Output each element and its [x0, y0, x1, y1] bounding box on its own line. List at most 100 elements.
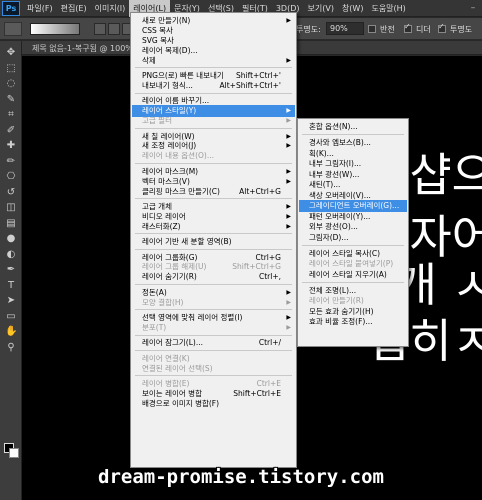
layer-style-item-label: 패턴 오버레이(Y)... — [309, 211, 371, 221]
layer-menu-item-label: 비디오 레이어 — [142, 211, 186, 221]
gradient-tool-preset-icon[interactable] — [4, 22, 22, 36]
layer-menu-item-label: SVG 복사 — [142, 35, 174, 45]
layer-menu-item[interactable]: 배경으로 이미지 병합(F) — [132, 398, 295, 410]
tools-panel: ✥ ⬚ ◌ ✎ ⌗ ✐ ✚ ✏ ⎔ ↺ ◫ ▤ ● ◐ ✒ T ➤ ▭ ✋ ⚲ — [0, 41, 22, 500]
background-color-swatch[interactable] — [9, 448, 19, 458]
layer-style-item-label: 레이어 스타일 지우기(A) — [309, 269, 387, 279]
layer-style-item[interactable]: 레이어 스타일 지우기(A) — [299, 269, 407, 281]
menu-separator — [135, 198, 292, 200]
submenu-arrow-icon: ▶ — [286, 222, 291, 230]
layer-menu-item-label: 새 조정 레이어(J) — [142, 141, 197, 151]
gradient-picker[interactable] — [30, 23, 80, 35]
path-select-icon[interactable]: ➤ — [5, 295, 17, 307]
canvas-text-line-2: 자어 — [409, 210, 482, 264]
layer-style-item-label: 새틴(T)... — [309, 180, 341, 189]
layer-menu-item[interactable]: 클리핑 마스크 만들기(C) Alt+Ctrl+G — [132, 186, 295, 198]
layer-style-item[interactable]: 혼합 옵션(N)... — [299, 121, 407, 133]
menu-separator — [135, 233, 292, 235]
layer-menu-item: 연결된 레이어 선택(S) — [132, 363, 295, 375]
menu-2[interactable]: 이미지(I) — [91, 0, 130, 17]
linear-gradient-button[interactable] — [94, 23, 106, 35]
reverse-checkbox[interactable] — [368, 25, 376, 33]
marquee-icon[interactable]: ⬚ — [5, 63, 17, 75]
menu-separator — [135, 248, 292, 250]
layer-menu-item[interactable]: 레이어 기반 새 분할 영역(B) — [132, 236, 295, 248]
layer-menu-item-label: 레이어 병합(E) — [142, 379, 190, 388]
layer-menu-item[interactable]: 삭제 ▶ — [132, 55, 295, 67]
layer-menu-item[interactable]: 래스터화(Z) ▶ — [132, 221, 295, 233]
brush-icon[interactable]: ✏ — [5, 156, 17, 168]
dodge-icon[interactable]: ◐ — [5, 249, 17, 261]
menu-separator — [135, 67, 292, 69]
layer-menu-item-label: 래스터화(Z) — [142, 221, 181, 231]
layer-style-item-label: 전체 조명(L)... — [309, 285, 357, 295]
shortcut-label: Ctrl+/ — [258, 338, 281, 348]
quick-select-icon[interactable]: ✎ — [5, 94, 17, 106]
stamp-icon[interactable]: ⎔ — [5, 171, 17, 183]
layer-menu-item-label: 레이어 잠그기(L)... — [142, 338, 203, 348]
shape-icon[interactable]: ▭ — [5, 311, 17, 323]
layer-style-item-label: 레이어 만들기(R) — [309, 296, 364, 305]
layer-menu-item-label: 레이어 마스크(M) — [142, 166, 199, 176]
layer-style-item[interactable]: 효과 비율 조정(F)... — [299, 316, 407, 328]
document-tab[interactable]: 제목 없음-1-복구됨 @ 100% — [32, 43, 133, 54]
menu-separator — [135, 283, 292, 285]
shortcut-label: Alt+Shift+Ctrl+' — [219, 80, 281, 90]
menu-0[interactable]: 파일(F) — [23, 0, 57, 17]
layer-menu-item-label: 고급 필터 — [142, 116, 172, 126]
layer-menu-item-label: 내보내기 형식... — [142, 80, 193, 90]
opacity-input[interactable]: 90% — [326, 22, 364, 35]
layer-style-submenu: 혼합 옵션(N)... 경사와 엠보스(B)... 획(K)... 내부 그림자(I)… — [297, 118, 409, 347]
type-icon[interactable]: T — [5, 280, 17, 292]
pen-icon[interactable]: ✒ — [5, 264, 17, 276]
layer-style-item[interactable]: 그림자(D)... — [299, 232, 407, 244]
gradient-icon[interactable]: ▤ — [5, 218, 17, 230]
layer-style-item-label: 효과 비율 조정(F)... — [309, 317, 373, 326]
dither-checkbox[interactable] — [404, 22, 412, 33]
layer-menu-item-label: 선택 영역에 맞춰 레이어 정렬(I) — [142, 313, 243, 322]
layer-menu-item-label: 레이어 이름 바꾸기... — [142, 96, 210, 106]
minimize-icon[interactable]: – — [466, 2, 480, 14]
radial-gradient-button[interactable] — [108, 23, 120, 35]
healing-icon[interactable]: ✚ — [5, 140, 17, 152]
layer-menu-dropdown: 새로 만들기(N) ▶ CSS 복사 SVG 복사 레이어 복제(D)... 삭제 ▶ PNG… — [130, 12, 297, 468]
layer-menu-item-label: 삭제 — [142, 55, 156, 65]
eyedropper-icon[interactable]: ✐ — [5, 125, 17, 137]
crop-icon[interactable]: ⌗ — [5, 109, 17, 121]
layer-menu-item: 모양 결합(H) ▶ — [132, 297, 295, 309]
dither-label: 디더 — [416, 25, 431, 34]
layer-menu-item-label: 레이어 스타일(Y) — [142, 106, 197, 116]
menu-separator — [302, 134, 404, 136]
layer-menu-item: 고급 필터 ▶ — [132, 115, 295, 127]
lasso-icon[interactable]: ◌ — [5, 78, 17, 90]
layer-style-item-label: 내부 그림자(I)... — [309, 159, 362, 168]
move-icon[interactable]: ✥ — [5, 47, 17, 59]
layer-menu-item-label: 레이어 그룹 해제(U) — [142, 262, 207, 272]
layer-style-item-label: 그레이디언트 오버레이(G)... — [309, 201, 400, 210]
layer-menu-item[interactable]: 내보내기 형식... Alt+Shift+Ctrl+' — [132, 80, 295, 92]
menu-1[interactable]: 편집(E) — [57, 0, 91, 17]
layer-menu-item-label: PNG으(로) 빠른 내보내기 — [142, 71, 224, 80]
menu-8[interactable]: 보기(V) — [304, 0, 338, 17]
transparency-label: 투명도 — [450, 25, 473, 34]
menu-9[interactable]: 창(W) — [338, 0, 368, 17]
history-brush-icon[interactable]: ↺ — [5, 187, 17, 199]
hand-icon[interactable]: ✋ — [5, 326, 17, 338]
layer-style-item-label: 모든 효과 숨기기(H) — [309, 306, 374, 316]
zoom-icon[interactable]: ⚲ — [5, 342, 17, 354]
layer-menu-item[interactable]: 레이어 숨기기(R) Ctrl+, — [132, 271, 295, 283]
layer-menu-item-label: 배경으로 이미지 병합(F) — [142, 398, 220, 408]
canvas-text-line-1: 샵으 — [409, 148, 482, 202]
layer-style-item-label: 혼합 옵션(N)... — [309, 122, 358, 131]
menu-separator — [135, 349, 292, 351]
layer-menu-item-label: 레이어 그룹화(G) — [142, 252, 198, 262]
transparency-checkbox[interactable] — [438, 22, 446, 33]
menu-10[interactable]: 도움말(H) — [367, 0, 409, 17]
layer-menu-item-label: 레이어 숨기기(R) — [142, 272, 197, 282]
eraser-icon[interactable]: ◫ — [5, 202, 17, 214]
blur-icon[interactable]: ● — [5, 233, 17, 245]
layer-style-item-label: 색상 오버레이(V)... — [309, 190, 371, 200]
shortcut-label: Ctrl+, — [258, 272, 281, 282]
layer-menu-item[interactable]: 레이어 잠그기(L)... Ctrl+/ — [132, 337, 295, 349]
photoshop-logo[interactable]: Ps — [2, 0, 20, 16]
